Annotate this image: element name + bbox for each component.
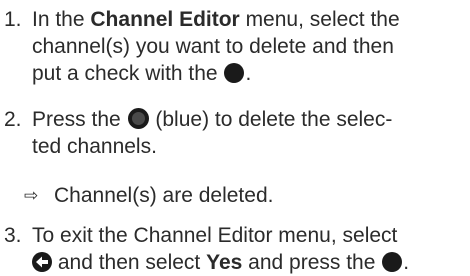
back-arrow-icon (32, 252, 52, 272)
step-2-line-2: ted channels. (32, 135, 157, 158)
result-text: Channel(s) are deleted. (54, 184, 274, 207)
menu-name: Channel Editor (90, 8, 240, 31)
step-1-line-2: channel(s) you want to delete and then (32, 35, 394, 58)
step-3-text-part: and then select (52, 251, 207, 274)
step-1-text-part: menu, select the (239, 8, 400, 31)
step-number: 2. (4, 108, 22, 131)
yes-option: Yes (206, 251, 243, 274)
filled-circle-icon (382, 252, 403, 272)
step-text: To exit the Channel Editor menu, select … (32, 222, 468, 276)
step-2-text-part: (blue) to delete the selec- (149, 108, 393, 131)
step-3-text-part: and press the (242, 251, 382, 274)
step-1-text-part: In the (32, 8, 91, 31)
step-2-text-part: Press the (32, 108, 127, 131)
right-arrow-outline-icon: ⇨ (24, 186, 39, 206)
instruction-document: 1. In the Channel Editor menu, select th… (0, 0, 470, 275)
step-text: Press the (blue) to delete the selec- te… (32, 106, 468, 160)
step-text: In the Channel Editor menu, select the c… (32, 6, 468, 87)
step-3-line-1: To exit the Channel Editor menu, select (32, 224, 398, 247)
step-number: 1. (4, 8, 22, 31)
filled-circle-icon (224, 63, 245, 83)
step-1-text-part: . (245, 62, 252, 85)
step-3-text-part: . (403, 251, 410, 274)
step-result: ⇨ Channel(s) are deleted. (24, 182, 273, 210)
step-1-text-part: put a check with the (32, 62, 224, 85)
step-number: 3. (4, 224, 22, 247)
blue-button-icon (127, 108, 149, 129)
